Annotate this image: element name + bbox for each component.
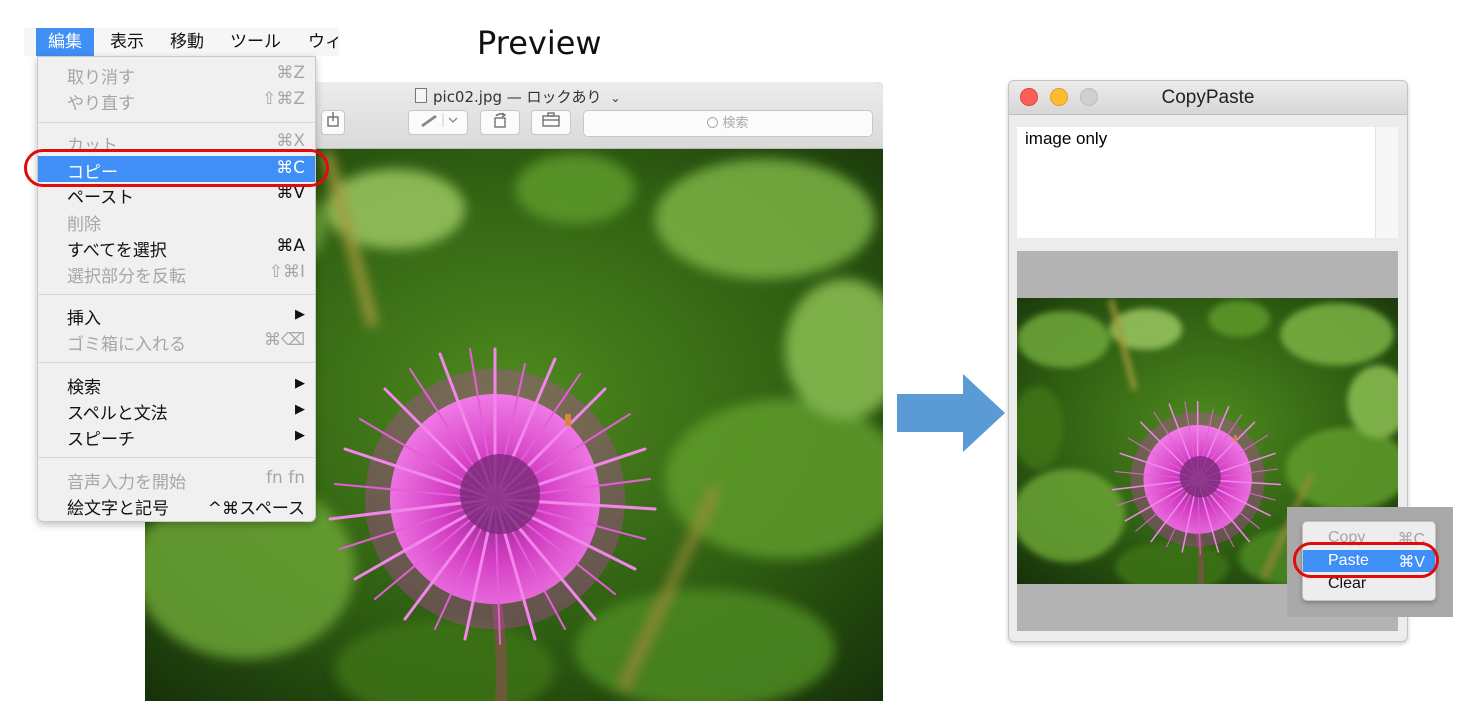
menu-go[interactable]: 移動 <box>170 28 204 56</box>
text-area-value: image only <box>1025 129 1108 148</box>
chevron-down-icon: ⌄ <box>610 91 621 105</box>
menu-item-undo: 取り消す ⌘Z <box>67 63 305 88</box>
toolbox-button[interactable] <box>531 110 571 135</box>
menu-item-redo: やり直す ⇧⌘Z <box>67 89 305 114</box>
text-area[interactable]: image only <box>1017 127 1375 238</box>
markup-button[interactable] <box>408 110 468 135</box>
menu-item-move-to-trash: ゴミ箱に入れる ⌘⌫ <box>67 330 305 355</box>
rotate-button[interactable] <box>480 110 520 135</box>
menu-item-insert[interactable]: 挿入 ▶ <box>38 302 315 329</box>
menu-item-speech[interactable]: スピーチ ▶ <box>38 423 315 450</box>
menu-item-invert-selection: 選択部分を反転 ⇧⌘I <box>67 262 305 287</box>
text-scrollbar[interactable] <box>1375 127 1398 238</box>
menu-window[interactable]: ウィ <box>308 28 339 56</box>
right-arrow-icon <box>897 374 1005 452</box>
search-icon <box>707 117 719 128</box>
markup-pen-icon <box>421 113 458 127</box>
paste-highlight-ring <box>1293 542 1439 578</box>
copypaste-titlebar: CopyPaste <box>1009 81 1407 115</box>
submenu-arrow-icon: ▶ <box>295 428 305 443</box>
menu-separator <box>38 294 315 295</box>
copy-highlight-ring <box>24 149 329 187</box>
menu-edit[interactable]: 編集 <box>36 28 94 56</box>
submenu-arrow-icon: ▶ <box>295 402 305 417</box>
copypaste-window-title: CopyPaste <box>1161 87 1255 108</box>
menu-separator <box>38 362 315 363</box>
preview-window-title[interactable]: pic02.jpg — ロックあり ⌄ <box>415 86 620 107</box>
submenu-arrow-icon: ▶ <box>295 376 305 391</box>
edit-menu: 取り消す ⌘Z やり直す ⇧⌘Z カット ⌘X コピー ⌘C ペースト ⌘V 削除 すべて… <box>37 56 316 522</box>
menu-item-spelling-grammar[interactable]: スペルと文法 ▶ <box>38 397 315 424</box>
menu-tools[interactable]: ツール <box>230 28 281 56</box>
menu-view[interactable]: 表示 <box>110 28 144 56</box>
share-icon <box>327 112 339 127</box>
share-button[interactable] <box>321 110 345 135</box>
document-icon <box>415 88 427 103</box>
search-field[interactable]: 検索 <box>583 110 873 137</box>
menu-item-find[interactable]: 検索 ▶ <box>38 371 315 398</box>
submenu-arrow-icon: ▶ <box>295 307 305 322</box>
menu-separator <box>38 457 315 458</box>
menu-item-emoji-symbols[interactable]: 絵文字と記号 ^⌘スペース <box>38 492 315 519</box>
menu-item-delete: 削除 <box>67 215 101 235</box>
menu-separator <box>38 122 315 123</box>
menu-item-select-all[interactable]: すべてを選択 ⌘A <box>38 234 315 261</box>
menu-bar: 編集 表示 移動 ツール ウィ <box>24 28 339 56</box>
rotate-icon <box>494 112 507 128</box>
menu-item-start-dictation: 音声入力を開始 fn fn <box>67 468 305 493</box>
heading-preview: Preview <box>477 24 602 62</box>
toolbox-icon <box>542 112 560 127</box>
